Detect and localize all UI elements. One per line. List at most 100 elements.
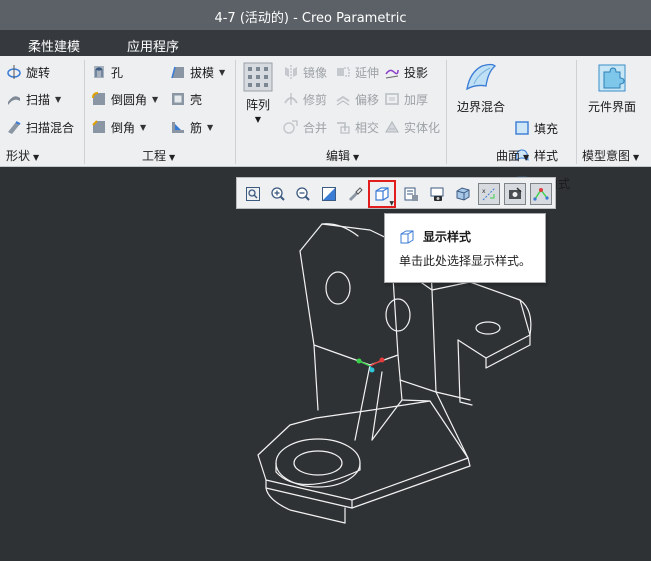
chevron-down-icon: ▼	[389, 200, 394, 207]
repaint-icon	[322, 187, 336, 201]
group-shape: 旋转 扫描 ▼ 扫描混合 形状 ▼	[0, 56, 84, 167]
chevron-down-icon[interactable]: ▼	[207, 123, 213, 132]
trim-button[interactable]: 修剪	[283, 88, 327, 110]
chamfer-icon	[92, 120, 105, 133]
hole-button[interactable]: 孔	[91, 61, 123, 83]
swept-blend-icon	[8, 121, 21, 134]
boundary-blend-icon	[466, 63, 496, 91]
offset-icon	[336, 95, 350, 106]
window-title: 4-7 (活动的) - Creo Parametric	[214, 11, 407, 26]
group-edit: 镜像 延伸 投影 修剪 偏移 加厚 合并 相交 实体化 编辑 ▼	[280, 56, 444, 167]
chevron-down-icon: ▼	[523, 153, 530, 162]
sweep-icon	[8, 96, 20, 105]
view-manager-button[interactable]	[400, 183, 422, 205]
thicken-icon	[385, 93, 399, 105]
thicken-button[interactable]: 加厚	[384, 88, 428, 110]
divider	[576, 60, 577, 164]
project-button[interactable]: 投影	[384, 61, 428, 83]
round-icon	[92, 92, 105, 105]
component-interface-button[interactable]: 元件界面	[582, 62, 642, 115]
hole-icon	[94, 66, 104, 78]
mirror-icon	[285, 65, 297, 79]
spin-center-icon	[533, 188, 549, 201]
extend-button[interactable]: 延伸	[335, 61, 379, 83]
spin-center-toggle[interactable]	[530, 183, 552, 205]
merge-button[interactable]: 合并	[283, 116, 327, 138]
display-style-icon	[400, 230, 414, 243]
component-interface-icon	[598, 64, 626, 92]
sweep-button[interactable]: 扫描 ▼	[6, 88, 61, 110]
solidify-icon	[385, 121, 399, 133]
menu-bar: 柔性建模 应用程序	[0, 30, 651, 56]
shell-icon	[172, 93, 184, 105]
trim-icon	[284, 93, 298, 105]
boundary-blend-button[interactable]: 边界混合	[452, 62, 510, 115]
offset-button[interactable]: 偏移	[335, 88, 379, 110]
extend-icon	[337, 67, 350, 77]
tooltip-title: 显示样式	[423, 230, 472, 244]
pattern-icon	[243, 62, 273, 92]
intersect-icon	[337, 122, 350, 134]
rib-button[interactable]: 筋 ▼	[170, 116, 213, 138]
solidify-button[interactable]: 实体化	[384, 116, 440, 138]
datum-display-icon: x	[482, 187, 496, 201]
view-orientation-button[interactable]	[452, 183, 474, 205]
svg-text:x: x	[482, 188, 486, 195]
fill-icon	[515, 121, 529, 135]
group-engineering: 孔 拔模 ▼ 倒圆角 ▼ 壳 倒角 ▼ 筋 ▼ 工程 ▼	[85, 56, 235, 167]
datum-display-button[interactable]: x	[478, 183, 500, 205]
display-style-icon	[375, 187, 389, 201]
tooltip-header: 显示样式	[399, 228, 471, 245]
group-label-shape[interactable]: 形状 ▼	[6, 147, 39, 164]
round-button[interactable]: 倒圆角 ▼	[91, 88, 158, 110]
menu-flexible-modeling[interactable]: 柔性建模	[28, 36, 80, 55]
view-manager-icon	[404, 187, 418, 201]
zoom-out-button[interactable]	[292, 183, 314, 205]
mirror-button[interactable]: 镜像	[283, 61, 327, 83]
intersect-button[interactable]: 相交	[335, 116, 379, 138]
zoom-in-button[interactable]	[267, 183, 289, 205]
divider	[235, 60, 236, 164]
group-label-engineering[interactable]: 工程 ▼	[142, 147, 175, 164]
chevron-down-icon: ▼	[33, 153, 40, 162]
chamfer-button[interactable]: 倒角 ▼	[91, 116, 146, 138]
draft-button[interactable]: 拔模 ▼	[170, 61, 225, 83]
saved-orientations-button[interactable]	[426, 183, 448, 205]
revolve-button[interactable]: 旋转	[6, 61, 50, 83]
display-style-button[interactable]: ▼	[368, 180, 396, 208]
coordinate-triad	[356, 357, 385, 373]
camera-icon	[430, 187, 444, 201]
rib-icon	[172, 122, 184, 133]
fill-button[interactable]: 填充	[514, 117, 558, 139]
chevron-down-icon: ▼	[169, 153, 176, 162]
title-bar: 4-7 (活动的) - Creo Parametric	[0, 0, 651, 30]
cube-view-icon	[456, 187, 470, 201]
zoom-in-icon	[271, 187, 285, 201]
saved-views-icon	[349, 187, 363, 201]
group-label-surface[interactable]: 曲面 ▼	[496, 147, 529, 164]
chevron-down-icon[interactable]: ▼	[152, 95, 158, 104]
model-viewport[interactable]	[0, 168, 651, 561]
chevron-down-icon: ▼	[353, 153, 360, 162]
group-label-edit[interactable]: 编辑 ▼	[326, 147, 359, 164]
menu-applications[interactable]: 应用程序	[127, 36, 179, 55]
chevron-down-icon[interactable]: ▼	[55, 95, 61, 104]
refit-button[interactable]	[242, 183, 264, 205]
repaint-button[interactable]	[318, 183, 340, 205]
graphics-toolbar: ▼ x	[236, 177, 556, 209]
revolve-icon	[7, 65, 21, 79]
tooltip-display-style: 显示样式 单击此处选择显示样式。	[384, 213, 546, 283]
chevron-down-icon[interactable]: ▼	[219, 68, 225, 77]
chevron-down-icon[interactable]: ▼	[140, 123, 146, 132]
swept-blend-button[interactable]: 扫描混合	[6, 116, 74, 138]
pattern-button[interactable]: 阵列 ▼	[241, 62, 275, 124]
chevron-down-icon: ▼	[633, 153, 640, 162]
annotation-icon	[509, 187, 522, 199]
spin-center-button[interactable]	[344, 183, 366, 205]
project-icon	[385, 69, 399, 79]
zoom-out-icon	[296, 187, 310, 201]
annotation-display-button[interactable]	[504, 183, 526, 205]
shell-button[interactable]: 壳	[170, 88, 202, 110]
tooltip-body: 单击此处选择显示样式。	[399, 254, 532, 268]
group-label-model-intent[interactable]: 模型意图 ▼	[582, 147, 639, 164]
